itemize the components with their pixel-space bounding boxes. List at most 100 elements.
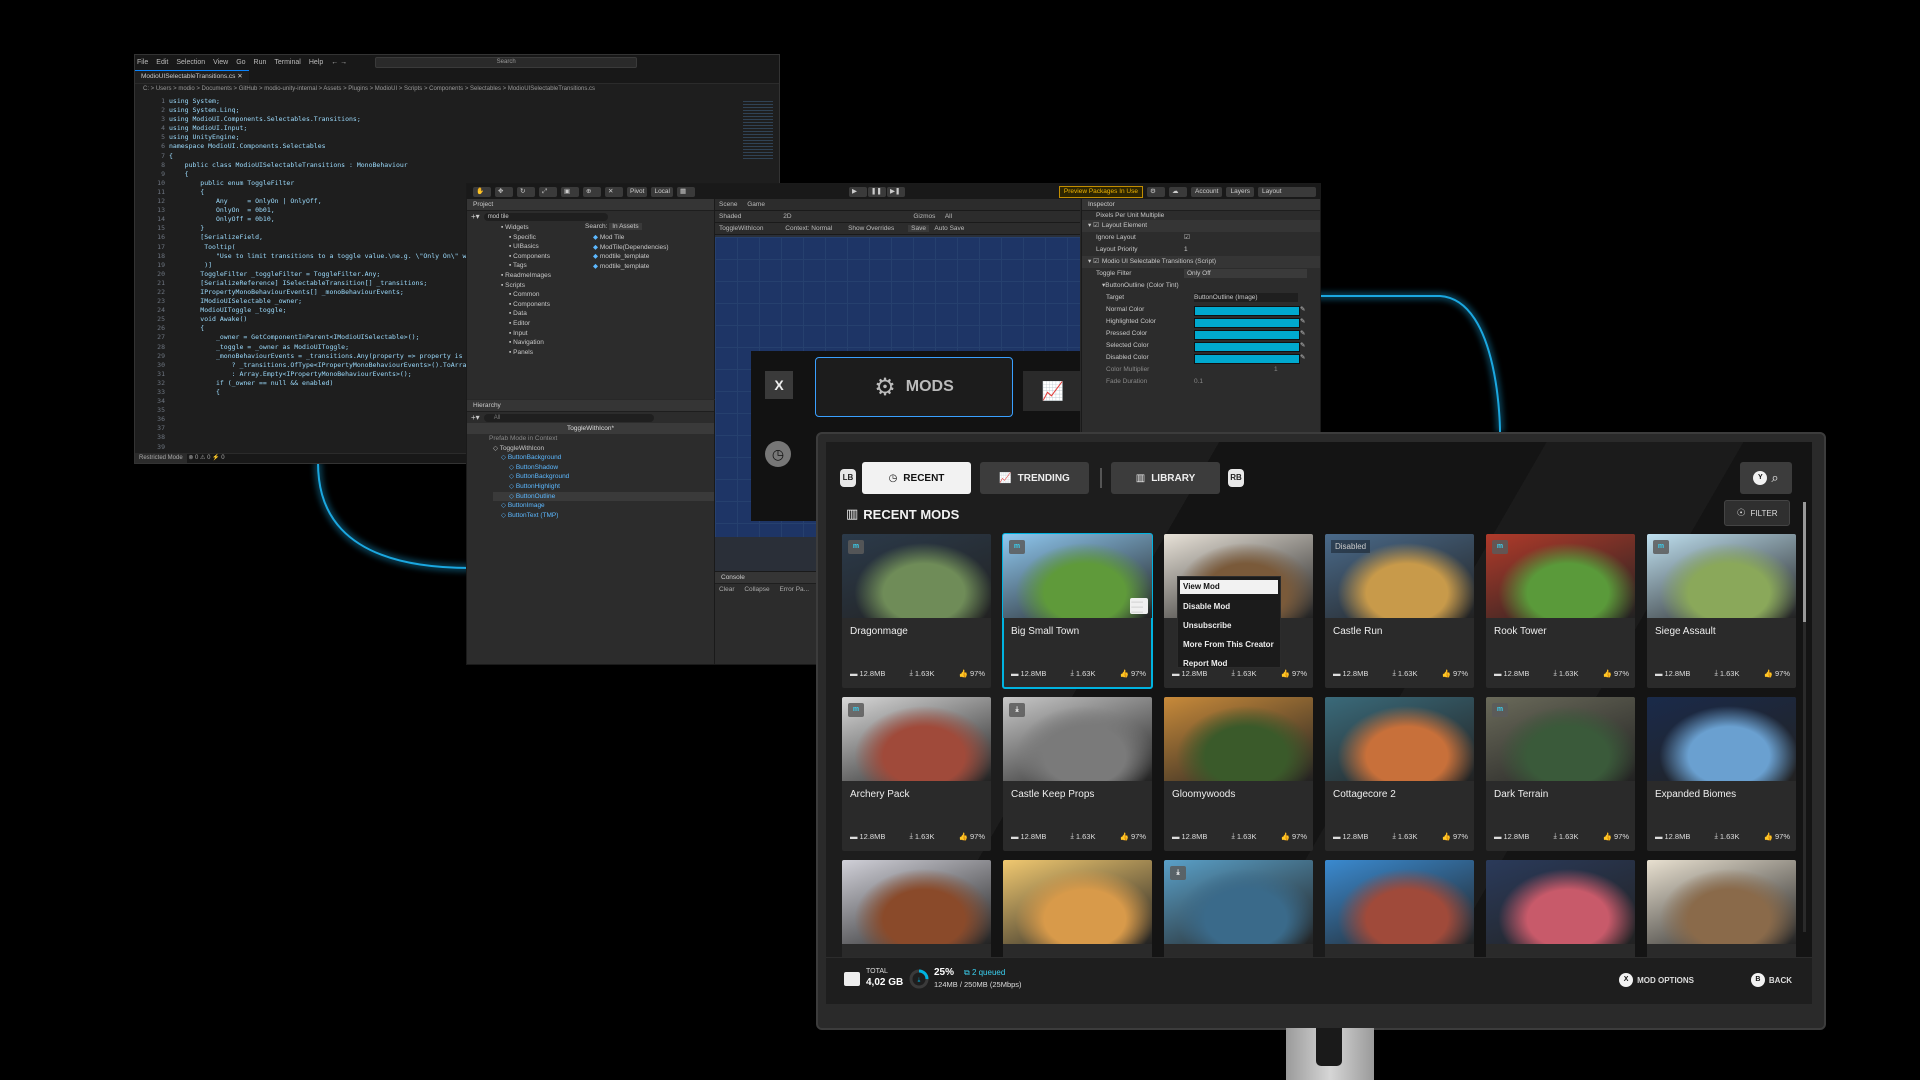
cloud-icon[interactable]: ☁	[1168, 186, 1187, 197]
project-result[interactable]: ◆ modtile_template	[593, 262, 703, 272]
pause-icon[interactable]: ❚❚	[868, 186, 886, 197]
lb-button[interactable]: LB	[840, 469, 856, 487]
toggle-filter-dropdown[interactable]: Only Off	[1184, 269, 1307, 278]
hierarchy-item[interactable]: ◇ ButtonOutline	[493, 491, 714, 502]
project-result[interactable]: ◆ Mod Tile	[593, 233, 703, 243]
project-folder[interactable]: ▪ UIBasics	[501, 242, 591, 252]
color-swatch[interactable]	[1194, 354, 1300, 364]
tab-recent[interactable]: ◷ RECENT	[862, 462, 971, 494]
hierarchy-item[interactable]: ◇ ButtonShadow	[493, 463, 714, 473]
eyedropper-icon[interactable]: ✎	[1300, 340, 1305, 352]
layers-dropdown[interactable]: Layers	[1226, 186, 1254, 197]
prefab-root[interactable]: ToggleWithIcon*	[467, 423, 714, 434]
scale-tool-icon[interactable]: ⤢	[539, 186, 557, 197]
pivot-button[interactable]: Pivot	[627, 186, 648, 197]
color-swatch[interactable]	[1194, 330, 1300, 340]
console-error-pause-button[interactable]: Error Pa...	[779, 586, 809, 593]
menu-item-run[interactable]: Run	[254, 59, 267, 66]
transform-tool-icon[interactable]: ⊕	[583, 186, 601, 197]
hierarchy-item[interactable]: ◇ ButtonImage	[493, 501, 714, 511]
hierarchy-search-input[interactable]: All	[483, 413, 654, 422]
eyedropper-icon[interactable]: ✎	[1300, 352, 1305, 364]
context-menu-item[interactable]: View Mod	[1180, 580, 1278, 594]
project-folder[interactable]: ▪ Widgets	[501, 223, 591, 233]
menu-icon[interactable]: ☰	[1130, 598, 1148, 617]
mod-tile[interactable]: m Archery Pack ▬ 12.8MB ⤓ 1.63K 👍 97%	[842, 697, 991, 851]
ignore-layout-checkbox[interactable]: ☑	[1184, 232, 1190, 244]
menu-item-help[interactable]: Help	[309, 59, 323, 66]
settings-gear-icon[interactable]: ⚙	[1146, 186, 1165, 197]
layout-dropdown[interactable]: Layout	[1258, 186, 1316, 197]
mod-tile[interactable]	[1003, 860, 1152, 970]
hierarchy-item[interactable]: ◇ ButtonHighlight	[493, 482, 714, 492]
context-dropdown[interactable]: Normal	[811, 225, 832, 232]
context-menu-item[interactable]: More From This Creator	[1178, 635, 1280, 654]
project-result[interactable]: ◆ modtile_template	[593, 252, 703, 262]
project-folder[interactable]: ▪ Data	[501, 309, 591, 319]
mod-tile[interactable]: m Siege Assault ▬ 12.8MB ⤓ 1.63K 👍 97%	[1647, 534, 1796, 688]
selectable-transitions-header[interactable]: ▾ ☑ Modio UI Selectable Transitions (Scr…	[1082, 256, 1320, 268]
eyedropper-icon[interactable]: ✎	[1300, 304, 1305, 316]
project-folder[interactable]: ▪ Editor	[501, 319, 591, 329]
tab-game[interactable]: Game	[747, 201, 765, 208]
project-folder[interactable]: ▪ Navigation	[501, 338, 591, 348]
project-search-input[interactable]: mod tile	[483, 212, 608, 221]
eyedropper-icon[interactable]: ✎	[1300, 316, 1305, 328]
menu-item-view[interactable]: View	[213, 59, 228, 66]
mod-tile[interactable]: Gloomywoods ▬ 12.8MB ⤓ 1.63K 👍 97%	[1164, 697, 1313, 851]
command-search-input[interactable]: Search	[375, 56, 638, 68]
tab-trending[interactable]: 📈 TRENDING	[980, 462, 1089, 494]
console-collapse-button[interactable]: Collapse	[744, 586, 769, 593]
color-swatch[interactable]	[1194, 318, 1300, 328]
step-icon[interactable]: ▶❚	[887, 186, 905, 197]
scrollbar[interactable]	[1803, 502, 1806, 932]
rotate-tool-icon[interactable]: ↻	[517, 186, 535, 197]
project-folder[interactable]: ▪ Panels	[501, 348, 591, 358]
auto-save-toggle[interactable]: Auto Save	[934, 225, 964, 232]
project-folder[interactable]: ▪ Tags	[501, 261, 591, 271]
fade-duration-field[interactable]: 0.1	[1194, 376, 1203, 388]
hierarchy-item[interactable]: ◇ ButtonBackground	[493, 472, 714, 482]
code-minimap[interactable]	[743, 101, 773, 161]
mod-tile[interactable]: m Rook Tower ▬ 12.8MB ⤓ 1.63K 👍 97%	[1486, 534, 1635, 688]
mod-tile[interactable]	[1325, 860, 1474, 970]
project-folder[interactable]: ▪ Common	[501, 290, 591, 300]
mod-tile[interactable]	[842, 860, 991, 970]
grid-snap-icon[interactable]: ▦	[677, 186, 695, 197]
project-result[interactable]: ◆ ModTile(Dependencies)	[593, 243, 703, 253]
scrollbar-thumb[interactable]	[1803, 502, 1806, 622]
project-folder[interactable]: ▪ Components	[501, 252, 591, 262]
menu-item-selection[interactable]: Selection	[176, 59, 205, 66]
mod-tile[interactable]: ⤓	[1164, 860, 1313, 970]
console-clear-button[interactable]: Clear	[719, 586, 735, 593]
project-folder[interactable]: ▪ Input	[501, 329, 591, 339]
mod-tile[interactable]: m Dragonmage ▬ 12.8MB ⤓ 1.63K 👍 97%	[842, 534, 991, 688]
project-folder[interactable]: ▪ Components	[501, 300, 591, 310]
tab-scene[interactable]: Scene	[719, 201, 737, 208]
mod-tile[interactable]	[1647, 860, 1796, 970]
color-multiplier-field[interactable]: 1	[1274, 364, 1278, 376]
rb-button[interactable]: RB	[1228, 469, 1244, 487]
menu-item-file[interactable]: File	[137, 59, 148, 66]
back-action[interactable]: B BACK	[1750, 973, 1792, 987]
hierarchy-item[interactable]: ◇ ButtonBackground	[493, 453, 714, 463]
context-menu-item[interactable]: Disable Mod	[1178, 597, 1280, 616]
layout-priority-field[interactable]: 1	[1184, 244, 1188, 256]
mod-options-action[interactable]: X MOD OPTIONS	[1619, 973, 1694, 987]
mod-tile[interactable]: ⤓ Castle Keep Props ▬ 12.8MB ⤓ 1.63K 👍 97%	[1003, 697, 1152, 851]
problem-counts[interactable]: ⊗ 0 ⚠ 0 ⚡ 0	[188, 455, 224, 461]
target-field[interactable]: ButtonOutline (Image)	[1194, 293, 1298, 302]
color-swatch[interactable]	[1194, 342, 1300, 352]
local-button[interactable]: Local	[651, 186, 673, 197]
save-button[interactable]: Save	[908, 225, 929, 232]
mod-tile[interactable]: Disabled Castle Run ▬ 12.8MB ⤓ 1.63K 👍 97%	[1325, 534, 1474, 688]
code-tab[interactable]: ModioUISelectableTransitions.cs ✕	[135, 70, 249, 83]
account-dropdown[interactable]: Account	[1190, 186, 1223, 197]
show-overrides-toggle[interactable]: Show Overrides	[848, 225, 894, 232]
mod-tile[interactable]: Expanded Biomes ▬ 12.8MB ⤓ 1.63K 👍 97%	[1647, 697, 1796, 851]
eyedropper-icon[interactable]: ✎	[1300, 328, 1305, 340]
tab-library[interactable]: ▥ LIBRARY	[1111, 462, 1220, 494]
gizmo-search[interactable]: All	[945, 213, 952, 220]
prefab-breadcrumb[interactable]: ToggleWithIcon	[719, 225, 763, 232]
menu-item-go[interactable]: Go	[236, 59, 245, 66]
